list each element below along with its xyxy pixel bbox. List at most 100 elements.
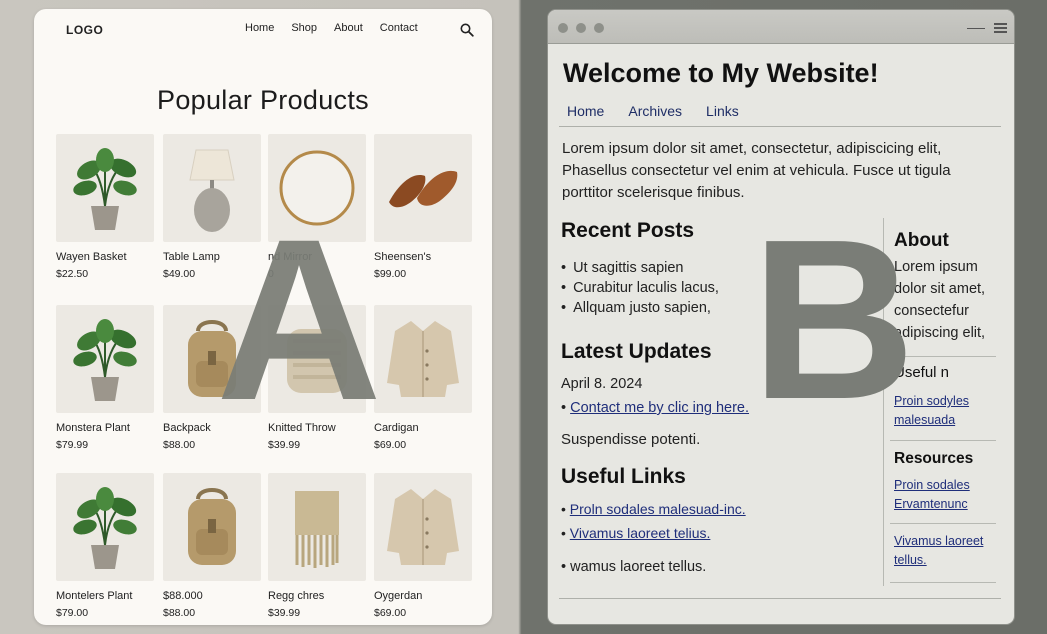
product-price: 0: [268, 268, 274, 280]
sidebar: About Lorem ipsum dolor sit amet, consec…: [883, 218, 1001, 586]
product-image[interactable]: [163, 473, 261, 581]
minimize-icon[interactable]: [967, 28, 985, 29]
logo[interactable]: LOGO: [66, 23, 103, 37]
recent-post-item[interactable]: Allquam justo sapien,: [561, 300, 719, 316]
nav-contact-link[interactable]: Contact: [380, 22, 418, 34]
nav-about-link[interactable]: About: [334, 22, 363, 34]
resources-heading: Resources: [894, 450, 974, 467]
product-price: $99.00: [374, 268, 407, 280]
search-icon[interactable]: [460, 23, 474, 37]
useful-link-2[interactable]: Vivamus laoreet telius.: [570, 525, 711, 541]
panel-b-blog-window: Welcome to My Website! Home Archives Lin…: [547, 9, 1015, 625]
footer-text: wamus laoreet tellus.: [570, 559, 707, 575]
sidebar-divider: [890, 356, 996, 357]
lamp-icon: [189, 149, 235, 232]
recent-post-item[interactable]: Curabitur laculis lacus,: [561, 280, 719, 296]
product-name[interactable]: Regg chres: [268, 590, 366, 602]
product-price: $22.50: [56, 268, 89, 280]
window-minimize-button[interactable]: [576, 23, 586, 33]
recent-post-item[interactable]: Ut sagittis sapien: [561, 260, 719, 276]
product-name[interactable]: Table Lamp: [163, 251, 261, 263]
shoes-icon: [389, 170, 458, 208]
product-card[interactable]: Oygerdan $69.00: [374, 473, 472, 619]
product-image[interactable]: [374, 134, 472, 242]
product-price: $39.99: [268, 439, 301, 451]
product-image[interactable]: [56, 134, 154, 242]
product-card[interactable]: Regg chres $39.99: [268, 473, 366, 619]
throw-icon: [287, 329, 347, 393]
product-name[interactable]: Oygerdan: [374, 590, 472, 602]
site-title: Welcome to My Website!: [563, 58, 879, 88]
product-card[interactable]: Table Lamp $49.00: [163, 134, 261, 280]
resources-link-2[interactable]: Vivamus laoreet tellus.: [894, 532, 1004, 570]
product-image[interactable]: [268, 305, 366, 413]
product-name[interactable]: Montelers Plant: [56, 590, 154, 602]
header: LOGO Home Shop About Contact: [34, 9, 492, 49]
resources-link[interactable]: Proin sodales Ervamtenunc: [894, 476, 1004, 514]
nav-archives-link[interactable]: Archives: [628, 103, 682, 119]
panel-a-shop-page: LOGO Home Shop About Contact Popular Pro…: [34, 9, 492, 625]
page-title: Popular Products: [157, 85, 369, 115]
product-name[interactable]: Cardigan: [374, 422, 472, 434]
product-image[interactable]: [56, 473, 154, 581]
useful-links-heading: Useful Links: [561, 465, 686, 488]
product-card[interactable]: $88.000 $88.00: [163, 473, 261, 619]
sidebar-divider: [890, 523, 996, 524]
product-name[interactable]: Sheensen's: [374, 251, 472, 263]
product-image[interactable]: [268, 134, 366, 242]
product-price: $88.00: [163, 439, 196, 451]
cardigan-icon: [387, 321, 459, 397]
product-image[interactable]: [374, 473, 472, 581]
nav-shop-link[interactable]: Shop: [291, 22, 317, 34]
product-name[interactable]: Knitted Throw: [268, 422, 366, 434]
product-price: $88.00: [163, 607, 196, 619]
window-close-button[interactable]: [558, 23, 568, 33]
product-card[interactable]: Sheensen's $99.00: [374, 134, 472, 280]
sidebar-divider: [890, 440, 996, 441]
product-image[interactable]: [163, 134, 261, 242]
recent-posts-list: Ut sagittis sapien Curabitur laculis lac…: [561, 260, 719, 316]
useful-link-item: • Vivamus laoreet telius.: [561, 525, 711, 541]
nav-home-link[interactable]: Home: [567, 103, 604, 119]
product-card[interactable]: Montelers Plant $79.00: [56, 473, 154, 619]
site-nav: Home Archives Links: [567, 103, 763, 119]
product-price: $39.99: [268, 607, 301, 619]
footer-text-item: • wamus laoreet tellus.: [561, 559, 707, 575]
product-name[interactable]: Wayen Basket: [56, 251, 154, 263]
product-image[interactable]: [374, 305, 472, 413]
product-grid: Wayen Basket $22.50 Table Lamp $49.00 nd Mir…: [56, 134, 472, 624]
product-name[interactable]: Backpack: [163, 422, 261, 434]
footer-divider: [559, 598, 1001, 599]
product-image[interactable]: [56, 305, 154, 413]
update-date: April 8. 2024: [561, 376, 643, 392]
contact-link[interactable]: Contact me by clic ing here.: [570, 400, 749, 416]
product-card[interactable]: Cardigan $69.00: [374, 305, 472, 451]
product-name[interactable]: $88.000: [163, 590, 261, 602]
latest-updates-heading: Latest Updates: [561, 340, 712, 363]
mirror-icon: [279, 150, 355, 226]
product-price: $49.00: [163, 268, 196, 280]
product-name[interactable]: Monstera Plant: [56, 422, 154, 434]
plant-icon: [73, 487, 137, 569]
product-card[interactable]: Knitted Throw $39.99: [268, 305, 366, 451]
sidebar-useful-link[interactable]: Proin sodyles malesuada: [894, 392, 1004, 430]
window-maximize-button[interactable]: [594, 23, 604, 33]
product-card[interactable]: Backpack $88.00: [163, 305, 261, 451]
plant-icon: [73, 319, 137, 401]
product-card[interactable]: Wayen Basket $22.50: [56, 134, 154, 280]
menu-icon[interactable]: [994, 23, 1007, 35]
useful-link-1[interactable]: Proln sodales malesuad-inc.: [570, 501, 746, 517]
product-price: $69.00: [374, 607, 407, 619]
backpack-icon: [188, 320, 236, 397]
nav-home-link[interactable]: Home: [245, 22, 274, 34]
product-card[interactable]: Monstera Plant $79.99: [56, 305, 154, 451]
product-name[interactable]: nd Mirror: [268, 251, 366, 263]
product-image[interactable]: [268, 473, 366, 581]
window-titlebar: [548, 10, 1014, 44]
intro-paragraph: Lorem ipsum dolor sit amet, consectetur,…: [562, 140, 951, 201]
product-card[interactable]: nd Mirror 0: [268, 134, 366, 280]
nav-links-link[interactable]: Links: [706, 103, 739, 119]
product-image[interactable]: [163, 305, 261, 413]
about-heading: About: [894, 230, 949, 251]
backpack-icon: [188, 488, 236, 565]
